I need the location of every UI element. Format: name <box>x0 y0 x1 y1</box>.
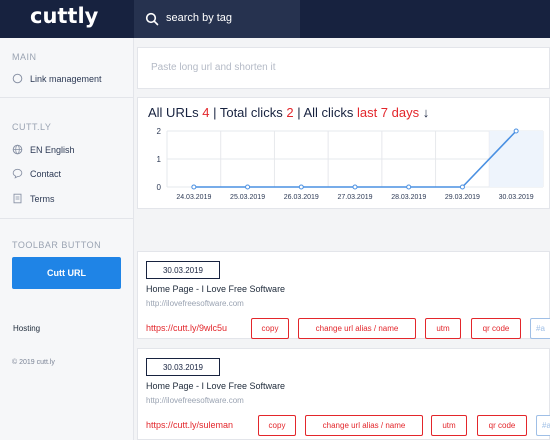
x-tick-label: 28.03.2019 <box>391 194 426 201</box>
section-cuttly: CUTT.LY <box>12 122 52 132</box>
stats-panel: All URLs 4 | Total clicks 2 | All clicks… <box>137 97 550 209</box>
data-point <box>191 184 197 190</box>
section-main: MAIN <box>12 52 37 62</box>
sidebar-item-terms[interactable]: Terms <box>12 193 55 204</box>
shorten-url-placeholder: Paste long url and shorten it <box>151 62 276 73</box>
tag-input[interactable]: #a <box>530 318 550 339</box>
sidebar-item-label: EN English <box>30 144 75 155</box>
y-tick-label: 0 <box>157 183 162 192</box>
search-bar[interactable]: search by tag <box>134 0 300 38</box>
link-short-url[interactable]: https://cutt.ly/9wlc5u <box>146 323 227 333</box>
document-icon <box>13 193 22 204</box>
link-date: 30.03.2019 <box>146 358 220 376</box>
link-card: 30.03.2019 Home Page - I Love Free Softw… <box>137 348 550 440</box>
cutt-url-button[interactable]: Cutt URL <box>12 257 121 289</box>
data-point <box>513 128 519 134</box>
clicks-chart: 0 1 2 24.03.2019 25.03.2019 26.03.2019 27.03.2… <box>157 127 544 201</box>
y-tick-label: 2 <box>157 127 162 136</box>
divider <box>0 218 134 219</box>
section-toolbar: TOOLBAR BUTTON <box>12 240 102 250</box>
data-point <box>245 184 251 190</box>
tag-input[interactable]: #a <box>536 415 550 436</box>
globe-icon <box>12 144 23 155</box>
change-alias-button[interactable]: change url alias / name <box>305 415 423 436</box>
x-tick-label: 24.03.2019 <box>176 194 211 201</box>
link-original-url[interactable]: http://ilovefreesoftware.com <box>146 299 244 308</box>
link-original-url[interactable]: http://ilovefreesoftware.com <box>146 396 244 405</box>
link-card: 30.03.2019 Home Page - I Love Free Softw… <box>137 251 550 339</box>
logo[interactable]: cuttly <box>30 4 98 28</box>
utm-button[interactable]: utm <box>425 318 461 339</box>
divider <box>0 97 134 98</box>
hosting-link[interactable]: Hosting <box>13 324 40 333</box>
link-title: Home Page - I Love Free Software <box>146 381 286 391</box>
sidebar-item-label: Link management <box>30 73 102 84</box>
data-point <box>406 184 412 190</box>
copy-button[interactable]: copy <box>251 318 289 339</box>
x-tick-label: 30.03.2019 <box>499 194 534 201</box>
sidebar-item-contact[interactable]: Contact <box>12 168 61 179</box>
search-icon <box>145 12 159 26</box>
chat-bubble-icon <box>12 168 23 179</box>
data-point <box>459 184 465 190</box>
sidebar-item-label: Terms <box>30 193 55 204</box>
x-tick-label: 25.03.2019 <box>230 194 265 201</box>
sidebar-item-language[interactable]: EN English <box>12 144 75 155</box>
sidebar-item-link-management[interactable]: Link management <box>12 73 102 84</box>
data-point <box>298 184 304 190</box>
link-date: 30.03.2019 <box>146 261 220 279</box>
search-input[interactable]: search by tag <box>166 12 232 24</box>
circle-icon <box>12 73 23 84</box>
shorten-url-input[interactable]: Paste long url and shorten it <box>137 47 550 89</box>
qr-code-button[interactable]: qr code <box>477 415 527 436</box>
sidebar-item-label: Contact <box>30 168 62 179</box>
qr-code-button[interactable]: qr code <box>471 318 521 339</box>
sidebar: MAIN Link management CUTT.LY EN English … <box>0 38 134 440</box>
y-tick-label: 1 <box>157 155 162 164</box>
data-point <box>352 184 358 190</box>
copyright: © 2019 cutt.ly <box>12 359 55 366</box>
copy-button[interactable]: copy <box>258 415 296 436</box>
x-tick-label: 29.03.2019 <box>445 194 480 201</box>
link-short-url[interactable]: https://cutt.ly/suleman <box>146 420 233 430</box>
change-alias-button[interactable]: change url alias / name <box>298 318 416 339</box>
x-tick-label: 27.03.2019 <box>337 194 372 201</box>
link-title: Home Page - I Love Free Software <box>146 284 286 294</box>
top-bar: cuttly search by tag <box>0 0 550 38</box>
highlight-band <box>489 131 543 187</box>
x-tick-label: 26.03.2019 <box>284 194 319 201</box>
utm-button[interactable]: utm <box>431 415 467 436</box>
